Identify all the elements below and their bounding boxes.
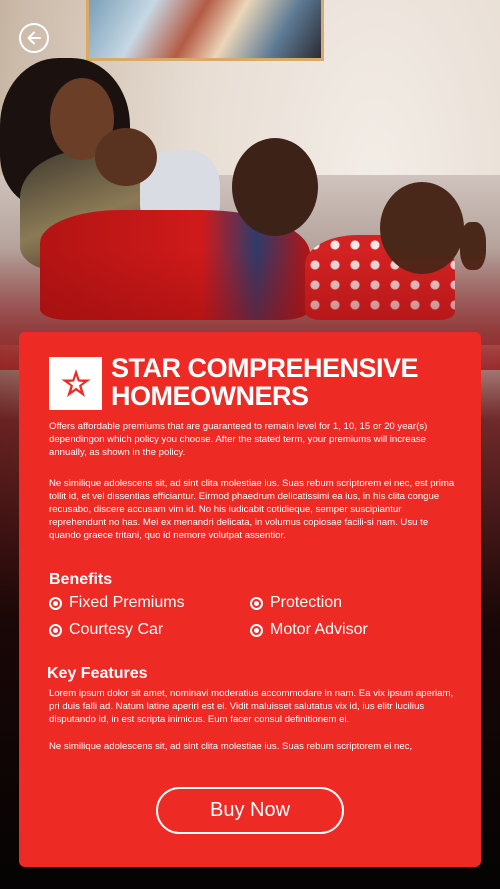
title-line-2: HOMEOWNERS <box>111 381 309 411</box>
title-line-1: STAR COMPREHENSIVE <box>111 353 419 383</box>
product-card: STAR COMPREHENSIVE HOMEOWNERS Offers aff… <box>19 332 481 867</box>
intro-text: Offers affordable premiums that are guar… <box>49 421 428 458</box>
baby <box>95 128 157 186</box>
back-button[interactable] <box>19 23 49 53</box>
buy-now-button[interactable]: Buy Now <box>156 787 344 834</box>
benefit-label: Protection <box>270 594 343 611</box>
benefit-courtesy-car[interactable]: Courtesy Car <box>49 621 163 639</box>
key-features-heading: Key Features <box>47 665 148 682</box>
radio-selected-icon <box>250 596 263 610</box>
radio-selected-icon <box>250 623 263 637</box>
benefits-heading: Benefits <box>49 571 113 588</box>
product-title: STAR COMPREHENSIVE HOMEOWNERS <box>111 354 471 410</box>
benefit-fixed-premiums[interactable]: Fixed Premiums <box>49 594 185 612</box>
key-features-text-2: Ne similique adolescens sit, ad sint cli… <box>49 741 413 752</box>
wall-painting <box>86 0 324 61</box>
radio-selected-icon <box>49 623 62 637</box>
star-logo-icon <box>49 357 102 410</box>
description-text: Ne similique adolescens sit, ad sint cli… <box>49 478 455 541</box>
arrow-left-icon <box>27 31 41 45</box>
benefit-label: Fixed Premiums <box>69 594 185 611</box>
radio-selected-icon <box>49 596 62 610</box>
boy-head <box>232 138 318 236</box>
benefit-label: Motor Advisor <box>270 621 368 638</box>
benefit-label: Courtesy Car <box>69 621 164 638</box>
benefit-protection[interactable]: Protection <box>250 594 342 612</box>
key-features-text: Lorem ipsum dolor sit amet, nominavi mod… <box>49 688 454 725</box>
benefit-motor-advisor[interactable]: Motor Advisor <box>250 621 368 639</box>
